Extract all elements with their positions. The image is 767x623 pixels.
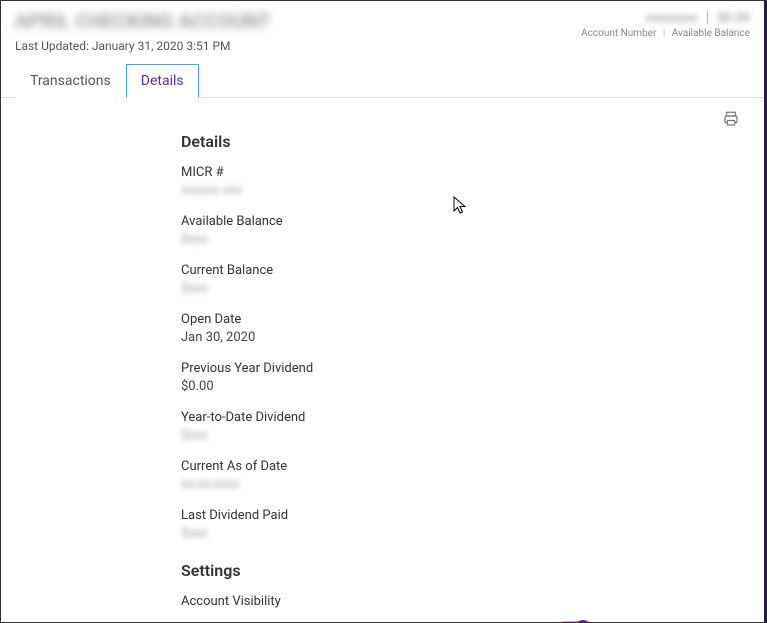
account-number-value: xxxxxxxx (646, 11, 698, 26)
settings-section-title: Settings (181, 561, 740, 580)
last-dividend-paid-label: Last Dividend Paid (181, 508, 740, 523)
ytd-dividend-label: Year-to-Date Dividend (181, 410, 740, 425)
last-dividend-paid-value: $xxx (181, 526, 740, 541)
details-section-title: Details (181, 132, 740, 151)
header-account-meta: xxxxxxxx | $0.00 Account Number | Availa… (581, 7, 750, 39)
available-balance-label-detail: Available Balance (181, 214, 740, 229)
micr-value: xxxxxx xxx (181, 183, 740, 198)
micr-label: MICR # (181, 165, 740, 180)
available-balance-value-detail: $xxx (181, 232, 740, 247)
print-icon[interactable] (722, 110, 740, 128)
ytd-dividend-value: $xxx (181, 428, 740, 443)
prev-year-dividend-label: Previous Year Dividend (181, 361, 740, 376)
account-title: APRIL CHECKING ACCOUNT (15, 9, 271, 33)
tab-transactions[interactable]: Transactions (15, 64, 126, 98)
current-balance-label: Current Balance (181, 263, 740, 278)
open-date-value: Jan 30, 2020 (181, 330, 740, 345)
account-visibility-label: Account Visibility (181, 594, 740, 609)
tab-details[interactable]: Details (126, 64, 199, 98)
tab-bar: Transactions Details (1, 63, 764, 98)
available-balance-label: Available Balance (672, 28, 750, 39)
current-as-of-date-value: xx-xx-xxxx (181, 477, 740, 492)
current-balance-value: $xxx (181, 281, 740, 296)
prev-year-dividend-value: $0.00 (181, 379, 740, 394)
open-date-label: Open Date (181, 312, 740, 327)
available-balance-value: $0.00 (717, 11, 750, 26)
account-number-label: Account Number (581, 28, 656, 39)
current-as-of-date-label: Current As of Date (181, 459, 740, 474)
